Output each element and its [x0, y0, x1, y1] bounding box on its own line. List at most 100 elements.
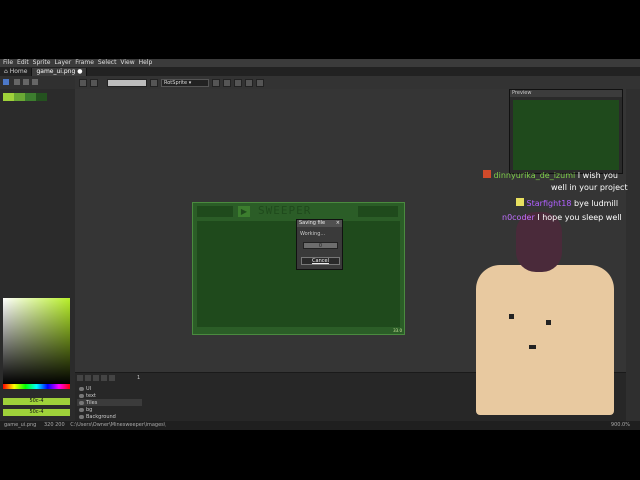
transparent-color-field[interactable]: [107, 78, 147, 87]
next-frame-icon[interactable]: [101, 375, 107, 381]
background-color-field[interactable]: 50c-4: [3, 409, 70, 416]
swatch[interactable]: [25, 93, 36, 101]
close-icon[interactable]: ×: [336, 220, 340, 227]
rotation-algorithm-value: RotSprite: [164, 79, 188, 86]
stop-icon[interactable]: [32, 79, 38, 85]
selection-tool-icon[interactable]: [3, 79, 9, 85]
tab-home[interactable]: ⌂ Home: [0, 68, 33, 76]
dialog-title-bar: Saving file ×: [297, 220, 342, 227]
rotate-icon[interactable]: [90, 78, 98, 87]
layer-row[interactable]: Background: [77, 413, 142, 420]
color-spectrum[interactable]: [3, 298, 70, 384]
add-frame-icon[interactable]: [14, 79, 20, 85]
status-size: 320 200: [43, 422, 65, 428]
preview-image: [513, 100, 619, 170]
status-path: C:\Users\Owner\Minesweeper\images\: [70, 422, 166, 428]
menu-sprite[interactable]: Sprite: [33, 59, 51, 67]
menu-edit[interactable]: Edit: [17, 59, 29, 67]
layer-name: text: [86, 392, 96, 399]
prev-frame-icon[interactable]: [85, 375, 91, 381]
layer-row[interactable]: text: [77, 392, 142, 399]
bread-mouth: [529, 345, 536, 349]
bg-color-label: 50c-4: [29, 409, 44, 415]
tab-game-ui-label: game_ui.png: [36, 68, 76, 75]
chat-message: dinnyurika_de_izumi I wish you: [483, 170, 618, 181]
eye-icon[interactable]: [79, 407, 84, 412]
bread-overlay-image: [476, 265, 614, 422]
layer-name: Tiles: [86, 399, 98, 406]
sprite-header-left: [197, 206, 233, 217]
status-filename: game_ui.png: [4, 422, 37, 428]
layer-row-selected[interactable]: Tiles: [77, 399, 142, 406]
layer-name: bg: [86, 406, 93, 413]
tab-game-ui[interactable]: game_ui.png ●: [32, 68, 88, 76]
sprite-badge: 33.0: [393, 328, 402, 333]
swatch[interactable]: [36, 93, 47, 101]
palette-panel: 50c-4 50c-4: [0, 89, 76, 423]
chat-text: well in your project: [551, 183, 628, 192]
swatch[interactable]: [14, 93, 25, 101]
center-icon[interactable]: [245, 78, 253, 87]
last-frame-icon[interactable]: [109, 375, 115, 381]
layer-row[interactable]: bg: [77, 406, 142, 413]
badge-icon: [483, 170, 491, 178]
play-icon: ▶: [238, 206, 250, 217]
menu-help[interactable]: Help: [139, 59, 153, 67]
foreground-color-field[interactable]: 50c-4: [3, 398, 70, 405]
context-bar: RotSprite ▾: [75, 76, 640, 89]
menu-frame[interactable]: Frame: [75, 59, 94, 67]
menu-bar: File Edit Sprite Layer Frame Select View…: [0, 59, 640, 67]
bread-eye: [546, 320, 551, 325]
close-tab-icon[interactable]: ●: [77, 68, 82, 75]
eye-icon[interactable]: [79, 386, 84, 391]
layer-name: Background: [86, 413, 116, 420]
cancel-button[interactable]: Cancel: [301, 257, 340, 265]
layer-row[interactable]: UI: [77, 385, 142, 392]
more-icon[interactable]: [256, 78, 264, 87]
chat-username: dinnyurika_de_izumi: [493, 171, 576, 180]
chat-text: bye ludmill: [574, 199, 619, 208]
chat-message: Starfight18 bye ludmill: [516, 198, 618, 209]
status-bar: game_ui.png 320 200 C:\Users\Owner\Mines…: [0, 421, 640, 430]
tools-sidebar: [626, 89, 640, 423]
layer-list: UI text Tiles bg Background: [77, 385, 142, 420]
menu-file[interactable]: File: [3, 59, 13, 67]
pivot-icon[interactable]: [212, 78, 220, 87]
align-icon[interactable]: [223, 78, 231, 87]
flip-icon[interactable]: [79, 78, 87, 87]
bread-eye: [509, 314, 514, 319]
cancel-label: Cancel: [312, 258, 329, 264]
palette-swatches[interactable]: [3, 93, 47, 101]
progress-label: 0: [318, 243, 323, 249]
swatch[interactable]: [3, 93, 14, 101]
eye-icon[interactable]: [79, 400, 84, 405]
playback-controls: [77, 375, 129, 381]
zoom-level[interactable]: 900.0%: [611, 421, 630, 430]
menu-layer[interactable]: Layer: [54, 59, 71, 67]
dialog-status: Working...: [300, 231, 326, 237]
preview-title: Preview: [512, 90, 532, 96]
progress-bar: 0: [303, 242, 338, 249]
chat-message: well in your project: [551, 183, 628, 193]
home-icon: ⌂: [4, 68, 8, 75]
frame-number[interactable]: 1: [137, 375, 145, 381]
first-frame-icon[interactable]: [77, 375, 83, 381]
eye-icon[interactable]: [79, 393, 84, 398]
preview-window: Preview: [509, 89, 623, 174]
sprite-title: SWEEPER: [258, 204, 312, 217]
eye-icon[interactable]: [79, 414, 84, 419]
dialog-title: Saving file: [299, 220, 326, 226]
play-icon[interactable]: [23, 79, 29, 85]
tab-bar: ⌂ Home game_ui.png ●: [0, 67, 640, 76]
menu-view[interactable]: View: [120, 59, 134, 67]
sprite-header-right: [358, 206, 398, 217]
play-animation-icon[interactable]: [93, 375, 99, 381]
color-picker-icon[interactable]: [150, 78, 158, 87]
rotation-algorithm-select[interactable]: RotSprite ▾: [161, 78, 209, 87]
menu-select[interactable]: Select: [98, 59, 117, 67]
target-icon[interactable]: [234, 78, 242, 87]
layer-name: UI: [86, 385, 92, 392]
top-left-toolbar: [0, 76, 75, 89]
hue-slider[interactable]: [3, 384, 70, 389]
bread-slice: [476, 265, 614, 415]
